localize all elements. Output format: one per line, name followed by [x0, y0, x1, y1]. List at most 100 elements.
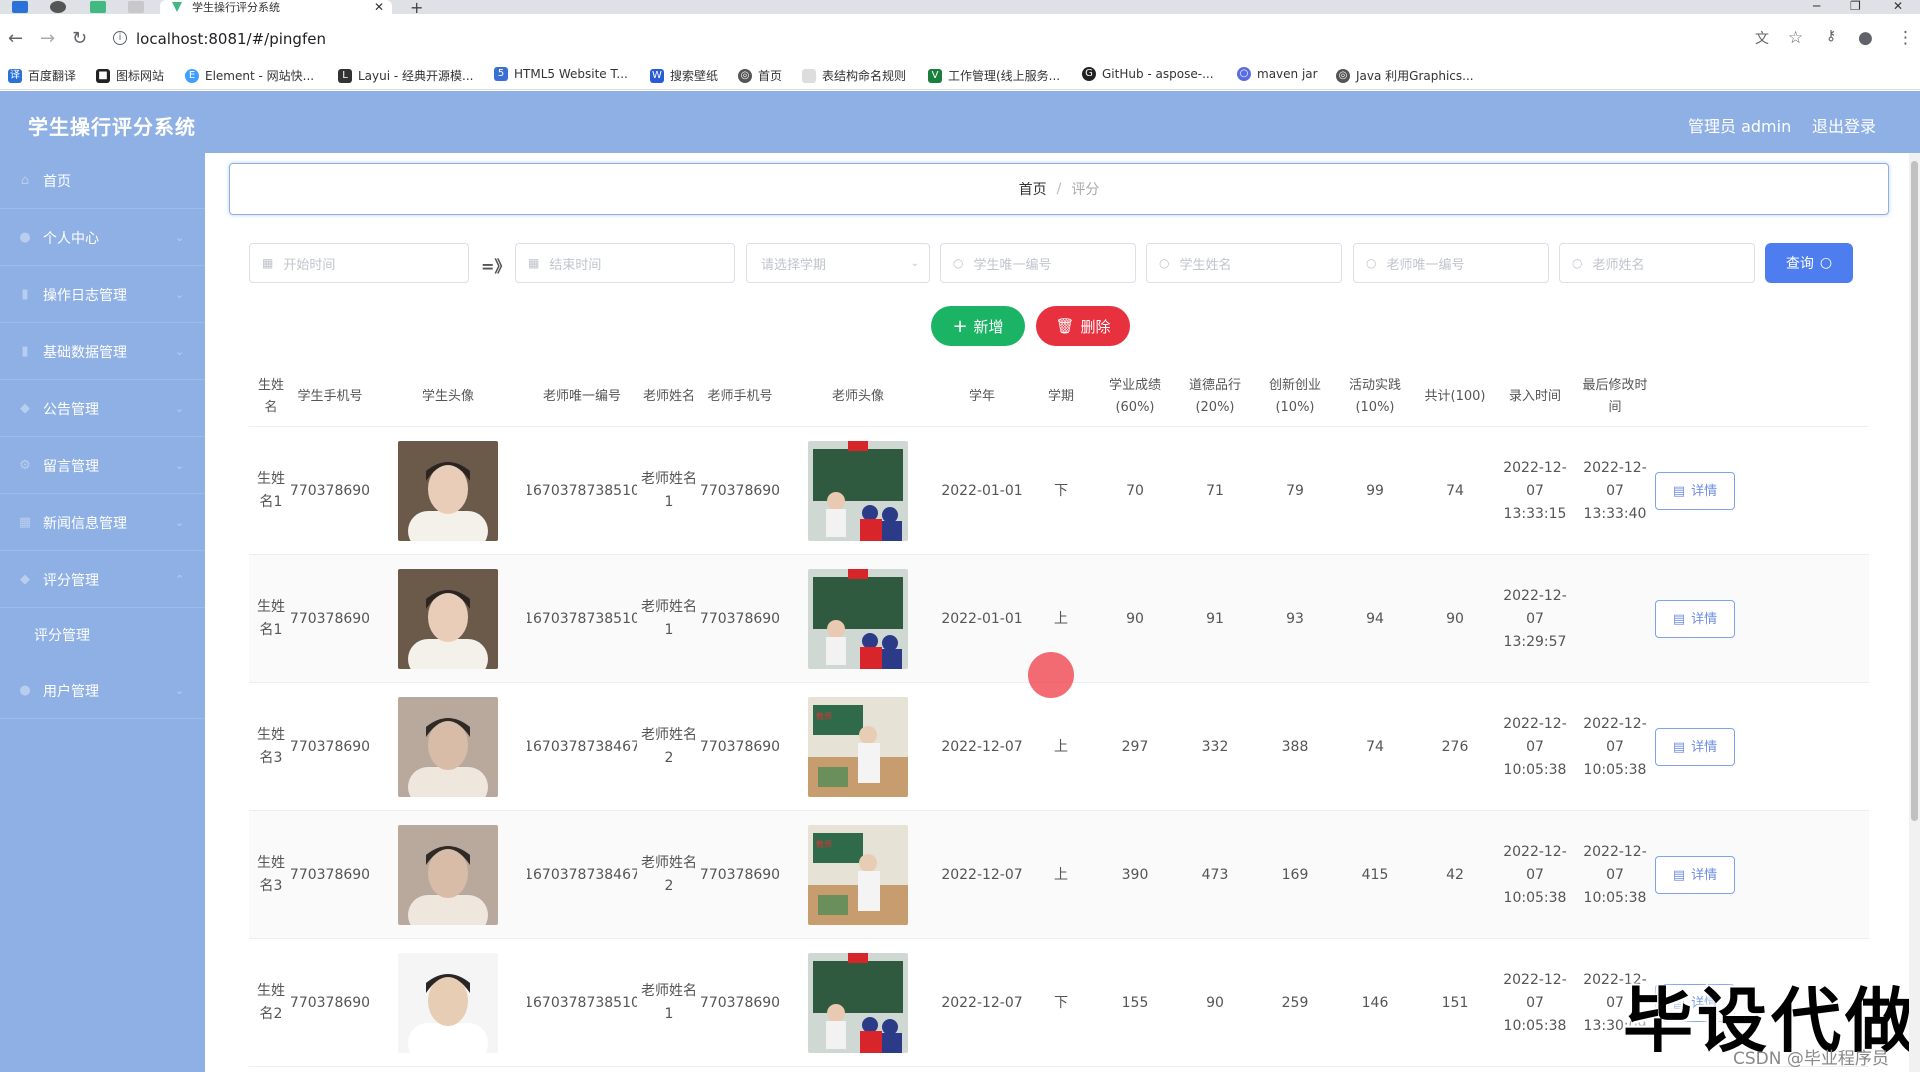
teacher-name-input[interactable]: ○ 老师姓名 — [1559, 243, 1755, 283]
start-date-input[interactable]: ▦ 开始时间 — [249, 243, 469, 283]
detail-button[interactable]: ▤ 详情 — [1655, 728, 1735, 766]
bookmark-item[interactable]: ◎ 首页 — [738, 67, 782, 84]
calendar-icon: ▦ — [528, 256, 540, 270]
table-cell-activity: 99 — [1366, 482, 1384, 499]
sidebar-item-message[interactable]: ⚙ 留言管理 ⌄ — [0, 438, 205, 494]
tab-close-icon[interactable]: ✕ — [374, 0, 384, 14]
teacher-no-input[interactable]: ○ 老师唯一编号 — [1353, 243, 1549, 283]
home-icon: ⌂ — [20, 172, 30, 188]
student-photo[interactable] — [398, 953, 498, 1053]
reload-icon[interactable]: ↻ — [72, 28, 87, 49]
bookmark-item[interactable]: G GitHub - aspose-... — [1082, 67, 1214, 81]
translate-icon[interactable]: 文 — [1755, 28, 1769, 48]
window-close-icon[interactable]: ✕ — [1893, 0, 1903, 13]
table-cell-moral: 71 — [1206, 482, 1224, 499]
term-select[interactable]: 请选择学期 ⌄ — [746, 243, 930, 283]
table-cell-student-name: 生姓名3 — [257, 727, 285, 766]
table-cell-innovation: 259 — [1281, 994, 1309, 1011]
student-no-input[interactable]: ○ 学生唯一编号 — [940, 243, 1136, 283]
sidebar-item-log[interactable]: ▮ 操作日志管理 ⌄ — [0, 267, 205, 323]
sidebar-item-users[interactable]: ● 用户管理 ⌄ — [0, 663, 205, 719]
student-photo[interactable] — [398, 697, 498, 797]
detail-button[interactable]: ▤ 详情 — [1655, 600, 1735, 638]
chevron-down-icon: ⌄ — [175, 288, 185, 301]
shield-icon: ◆ — [20, 400, 30, 416]
sidebar-item-profile[interactable]: ● 个人中心 ⌄ — [0, 210, 205, 266]
sidebar-subitem-score[interactable]: 评分管理 — [34, 625, 90, 645]
teacher-photo[interactable] — [808, 441, 908, 541]
sidebar-item-score[interactable]: ◆ 评分管理 ⌃ — [0, 552, 205, 608]
detail-button[interactable]: ▤ 详情 — [1655, 472, 1735, 510]
table-cell-teacher-phone: 17703786902 — [701, 866, 779, 883]
date-range-separator: =》 — [481, 257, 511, 276]
column-header: 学年 — [968, 389, 995, 404]
table-cell-term: 下 — [1054, 994, 1068, 1011]
browser-tab-bar: 学生操行评分系统 ✕ + ─ ❐ ✕ — [0, 0, 1920, 17]
sidebar-item-notice[interactable]: ◆ 公告管理 ⌄ — [0, 381, 205, 437]
bookmark-item[interactable]: 5 HTML5 Website T... — [494, 67, 628, 81]
actions-cell: ▤ 详情 — [1655, 427, 1869, 555]
breadcrumb-home[interactable]: 首页 — [1019, 179, 1047, 199]
sidebar-item-news[interactable]: ▦ 新闻信息管理 ⌄ — [0, 495, 205, 551]
minimize-icon[interactable]: ─ — [1813, 0, 1820, 13]
column-header: 老师姓名 — [642, 389, 695, 404]
maximize-icon[interactable]: ❐ — [1850, 0, 1861, 13]
student-name-input[interactable]: ○ 学生姓名 — [1146, 243, 1342, 283]
search-icon: ○ — [1366, 256, 1377, 270]
pinned-tab-icon[interactable] — [90, 1, 106, 13]
pinned-tab-icon[interactable] — [128, 1, 144, 13]
column-header: 老师唯一编号 — [542, 389, 621, 404]
profile-icon[interactable]: ● — [1858, 28, 1873, 48]
back-icon[interactable]: ← — [8, 28, 23, 49]
search-button[interactable]: 查询 ○ — [1765, 243, 1853, 283]
table-cell-year: 2022-12-07 — [941, 994, 1023, 1011]
site-info-icon[interactable]: i — [113, 31, 127, 45]
student-photo[interactable] — [398, 441, 498, 541]
teacher-avatar — [779, 939, 937, 1067]
bookmark-item[interactable]: W 搜索壁纸 — [650, 67, 718, 84]
bookmark-item[interactable]: V 工作管理(线上服务... — [928, 67, 1060, 84]
table-cell-modified — [1575, 555, 1655, 683]
pinned-tab-icon[interactable] — [50, 1, 66, 13]
sidebar-item-home[interactable]: ⌂ 首页 — [0, 153, 205, 209]
key-icon[interactable]: ⚷ — [1826, 28, 1836, 44]
chevron-down-icon: ⌄ — [175, 345, 185, 358]
bookmark-item[interactable]: ◎ Java 利用Graphics... — [1336, 67, 1474, 84]
student-photo[interactable] — [398, 569, 498, 669]
table-cell-moral: 91 — [1206, 610, 1224, 627]
url-field[interactable]: localhost:8081/#/pingfen — [136, 30, 326, 48]
teacher-photo[interactable]: 教师 — [808, 825, 908, 925]
browser-tab-active[interactable]: 学生操行评分系统 ✕ — [160, 0, 392, 14]
detail-button[interactable]: ▤ 详情 — [1655, 856, 1735, 894]
teacher-avatar: 教师 — [779, 811, 937, 939]
logout-link[interactable]: 退出登录 — [1812, 113, 1876, 137]
teacher-photo[interactable] — [808, 953, 908, 1053]
end-date-input[interactable]: ▦ 结束时间 — [515, 243, 735, 283]
bookmark-star-icon[interactable]: ☆ — [1788, 28, 1803, 48]
column-header: 活动实践(10%) — [1348, 378, 1401, 415]
bookmark-item[interactable]: 译百度翻译 — [8, 67, 76, 84]
chevron-down-icon: ⌄ — [175, 459, 185, 472]
teacher-photo[interactable] — [808, 569, 908, 669]
more-menu-icon[interactable]: ⋮ — [1897, 28, 1914, 48]
mouse-cursor-indicator — [1028, 652, 1074, 698]
delete-button[interactable]: 🗑 删除 — [1036, 306, 1130, 346]
scrollbar-thumb[interactable] — [1911, 161, 1918, 821]
pinned-tab-icon[interactable] — [12, 1, 28, 13]
bookmark-item[interactable]: ■ 图标网站 — [96, 67, 164, 84]
page-scrollbar[interactable] — [1909, 153, 1920, 1072]
student-photo[interactable] — [398, 825, 498, 925]
bookmark-item[interactable]: E Element - 网站快... — [185, 67, 314, 84]
bookmark-item[interactable]: 表结构命名规则 — [802, 67, 906, 84]
sidebar-item-base-data[interactable]: ▮ 基础数据管理 ⌄ — [0, 324, 205, 380]
teacher-photo[interactable]: 教师 — [808, 697, 908, 797]
add-button[interactable]: + 新增 — [931, 306, 1025, 346]
document-icon: ▤ — [1672, 483, 1686, 499]
table-cell-student-phone: 17703786901 — [291, 610, 369, 627]
breadcrumb: 首页 / 评分 — [229, 163, 1889, 215]
table-cell-student-phone: 17703786903 — [291, 866, 369, 883]
bookmark-item[interactable]: L Layui - 经典开源模... — [338, 67, 473, 84]
forward-icon[interactable]: → — [40, 28, 55, 49]
document-icon: ▤ — [1672, 867, 1686, 883]
bookmark-item[interactable]: ○ maven jar — [1237, 67, 1318, 81]
